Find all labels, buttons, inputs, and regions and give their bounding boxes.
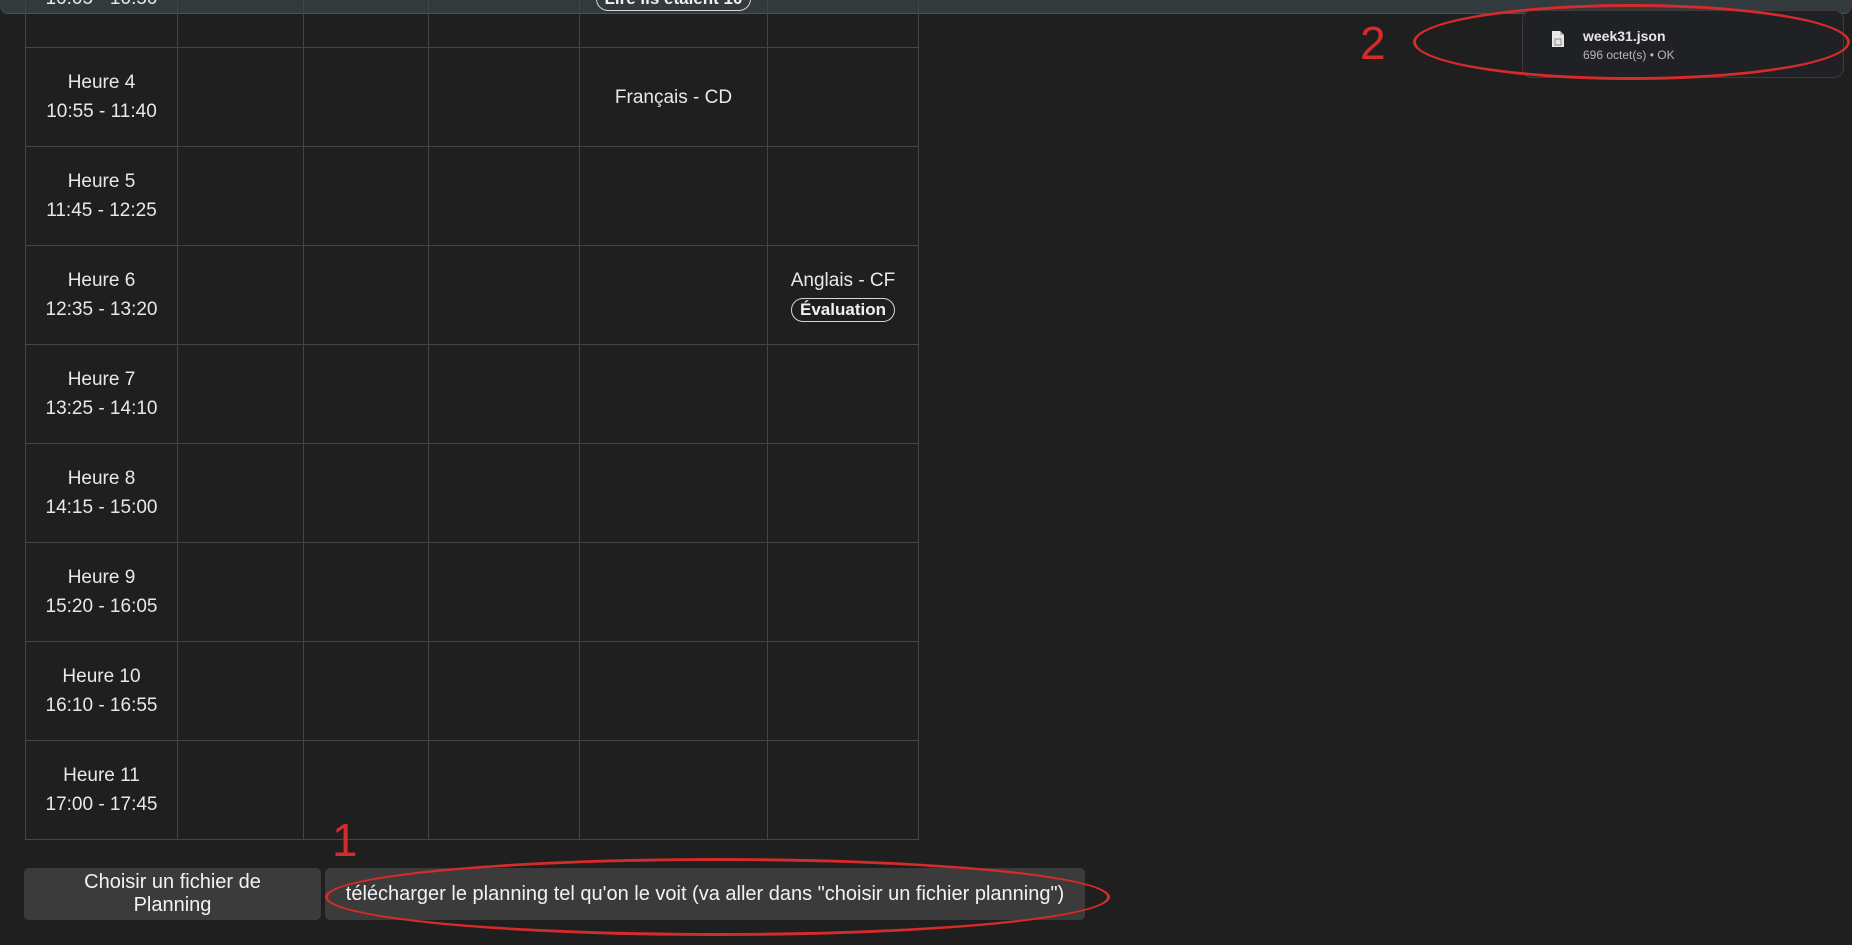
planning-cell[interactable] (177, 740, 304, 840)
planning-cell[interactable] (428, 542, 580, 642)
planning-cell[interactable] (428, 641, 580, 741)
hour-cell: Heure 9 15:20 - 16:05 (25, 542, 178, 642)
planning-cell[interactable] (177, 47, 304, 147)
hour-cell: Heure 6 12:35 - 13:20 (25, 245, 178, 345)
planning-cell[interactable] (303, 641, 429, 741)
hour-time: 10:55 - 11:40 (46, 101, 157, 122)
planning-cell[interactable]: Français - CD (579, 47, 768, 147)
course-label: Anglais - CF (790, 270, 896, 291)
hour-cell: Heure 10 16:10 - 16:55 (25, 641, 178, 741)
planning-cell[interactable] (579, 146, 768, 246)
hour-time: 13:25 - 14:10 (45, 398, 158, 419)
hour-time: 15:20 - 16:05 (45, 596, 158, 617)
hour-label: Heure 4 (67, 72, 136, 93)
planning-cell[interactable] (579, 641, 768, 741)
hour-time: 16:10 - 16:55 (45, 695, 158, 716)
hour-time: 14:15 - 15:00 (45, 497, 158, 518)
planning-cell[interactable] (579, 740, 768, 840)
planning-cell[interactable] (579, 443, 768, 543)
annotation-oval-2 (1413, 4, 1850, 80)
table-row: Heure 8 14:15 - 15:00 (25, 443, 919, 543)
planning-cell[interactable] (579, 344, 768, 444)
hour-label: Heure 8 (67, 468, 136, 489)
planning-cell[interactable] (177, 245, 304, 345)
table-row: Heure 6 12:35 - 13:20 Anglais - CF Évaluati… (25, 245, 919, 345)
planning-cell[interactable] (303, 146, 429, 246)
planning-cell[interactable] (767, 146, 919, 246)
planning-table: 10:05 - 10:50 Lire ils étaient 10 Heure 4 1… (25, 0, 919, 840)
planning-cell[interactable] (767, 542, 919, 642)
planning-cell[interactable] (428, 0, 580, 48)
planning-cell[interactable] (177, 641, 304, 741)
table-row: Heure 10 16:10 - 16:55 (25, 641, 919, 741)
course-label: Français - CD (614, 86, 733, 108)
planning-cell[interactable] (303, 443, 429, 543)
planning-cell[interactable] (303, 245, 429, 345)
hour-label: Heure 11 (63, 765, 140, 786)
planning-cell[interactable] (428, 344, 580, 444)
planning-cell[interactable] (428, 740, 580, 840)
planning-cell[interactable] (303, 344, 429, 444)
hour-cell: Heure 11 17:00 - 17:45 (25, 740, 178, 840)
planning-cell[interactable] (767, 740, 919, 840)
planning-cell[interactable] (767, 0, 919, 48)
planning-cell[interactable] (303, 740, 429, 840)
planning-cell[interactable] (303, 47, 429, 147)
table-row: Heure 5 11:45 - 12:25 (25, 146, 919, 246)
hour-time: 12:35 - 13:20 (45, 299, 158, 320)
planning-cell[interactable] (767, 47, 919, 147)
planning-cell[interactable] (767, 443, 919, 543)
hour-time: 10:05 - 10:50 (26, 0, 177, 13)
planning-cell[interactable] (428, 146, 580, 246)
annotation-number-2: 2 (1360, 17, 1386, 69)
planning-cell[interactable] (579, 542, 768, 642)
planning-cell[interactable] (579, 245, 768, 345)
planning-cell[interactable]: Lire ils étaient 10 (579, 0, 768, 48)
hour-cell: Heure 4 10:55 - 11:40 (25, 47, 178, 147)
course-badge: Lire ils étaient 10 (595, 0, 752, 11)
hour-label: Heure 10 (62, 666, 141, 687)
hour-label: Heure 5 (67, 171, 136, 192)
annotation-oval-1 (325, 858, 1110, 936)
planning-cell[interactable] (303, 0, 429, 48)
planning-cell[interactable]: Anglais - CF Évaluation (767, 245, 919, 345)
planning-cell[interactable] (177, 0, 304, 48)
hour-time: 11:45 - 12:25 (46, 200, 157, 221)
hour-label: Heure 7 (67, 369, 136, 390)
planning-cell[interactable] (177, 443, 304, 543)
planning-cell[interactable] (767, 641, 919, 741)
table-row: Heure 9 15:20 - 16:05 (25, 542, 919, 642)
course-badge: Évaluation (791, 298, 895, 322)
planning-cell[interactable] (767, 344, 919, 444)
choose-planning-file-button[interactable]: Choisir un fichier de Planning (24, 868, 321, 920)
hour-time: 17:00 - 17:45 (45, 794, 158, 815)
planning-cell[interactable] (428, 47, 580, 147)
planning-cell[interactable] (177, 542, 304, 642)
table-row: 10:05 - 10:50 Lire ils étaient 10 (25, 0, 919, 48)
planning-cell[interactable] (177, 344, 304, 444)
planning-cell[interactable] (303, 542, 429, 642)
table-row: Heure 4 10:55 - 11:40 Français - CD (25, 47, 919, 147)
hour-cell: Heure 5 11:45 - 12:25 (25, 146, 178, 246)
hour-label: Heure 6 (67, 270, 136, 291)
annotation-number-1: 1 (332, 814, 358, 866)
hour-cell: Heure 7 13:25 - 14:10 (25, 344, 178, 444)
hour-cell: Heure 8 14:15 - 15:00 (25, 443, 178, 543)
planning-cell[interactable] (428, 443, 580, 543)
planning-cell[interactable] (428, 245, 580, 345)
table-row: Heure 7 13:25 - 14:10 (25, 344, 919, 444)
planning-cell[interactable] (177, 146, 304, 246)
hour-label: Heure 9 (67, 567, 136, 588)
hour-cell: 10:05 - 10:50 (25, 0, 178, 48)
table-row: Heure 11 17:00 - 17:45 (25, 740, 919, 840)
